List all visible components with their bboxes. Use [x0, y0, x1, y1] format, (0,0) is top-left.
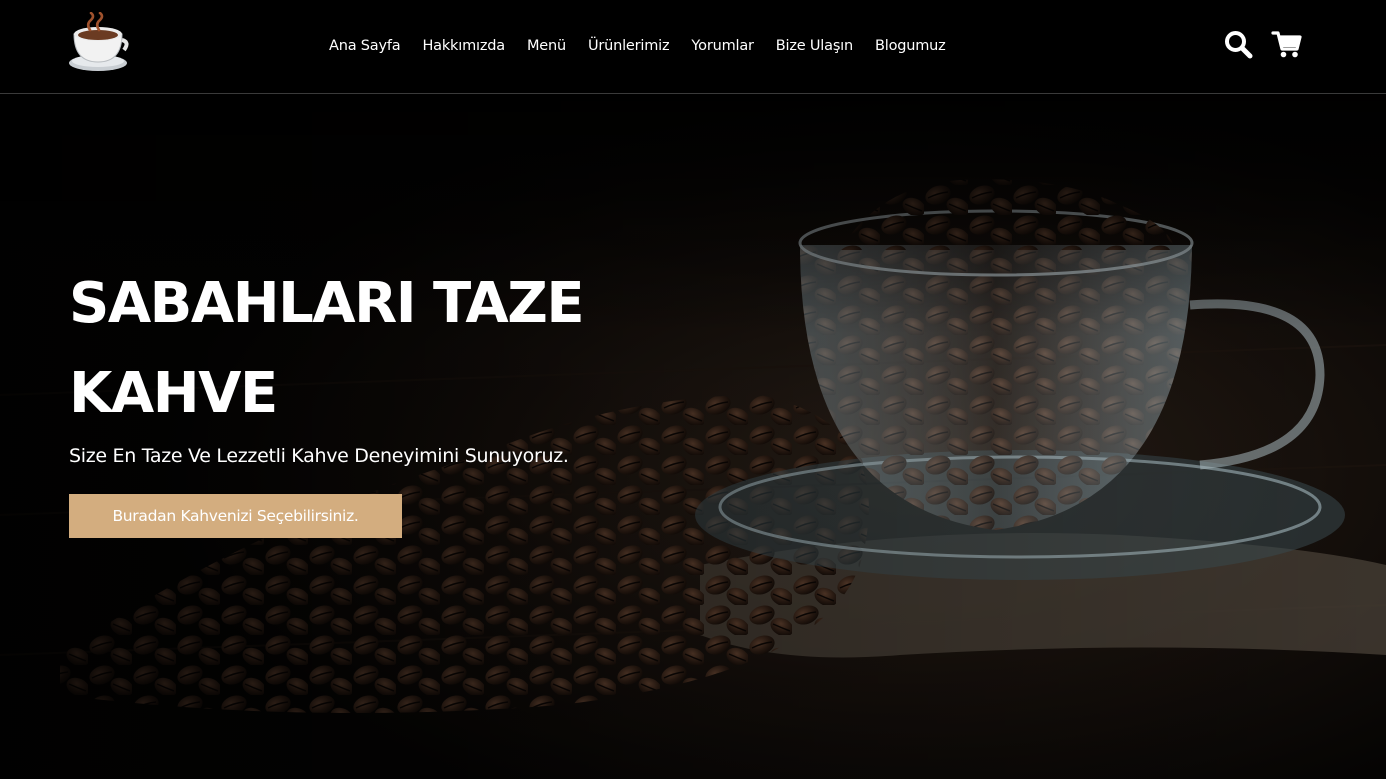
- nav-link-contact[interactable]: Bize Ulaşın: [776, 36, 853, 56]
- hero-subtitle: Size En Taze Ve Lezzetli Kahve Deneyimin…: [69, 445, 569, 467]
- hero-title-line-1: SABAHLARI TAZE: [69, 271, 585, 336]
- nav-link-reviews[interactable]: Yorumlar: [691, 36, 754, 56]
- coffee-cup-icon[interactable]: [68, 12, 130, 74]
- nav-link-blog[interactable]: Blogumuz: [875, 36, 946, 56]
- shopping-cart-icon[interactable]: [1271, 28, 1303, 60]
- hero-section: SABAHLARI TAZE KAHVE Size En Taze Ve Lez…: [0, 95, 1386, 779]
- choose-coffee-button[interactable]: Buradan Kahvenizi Seçebilirsiniz.: [69, 494, 402, 538]
- nav-link-about[interactable]: Hakkımızda: [422, 36, 505, 56]
- hero-title-line-2: KAHVE: [69, 361, 278, 426]
- hero-title: SABAHLARI TAZE KAHVE: [69, 259, 629, 439]
- search-icon[interactable]: [1222, 28, 1254, 60]
- nav-link-products[interactable]: Ürünlerimiz: [588, 36, 670, 56]
- nav-link-home[interactable]: Ana Sayfa: [329, 36, 401, 56]
- main-nav: Ana Sayfa Hakkımızda Menü Ürünlerimiz Yo…: [329, 36, 946, 56]
- nav-link-menu[interactable]: Menü: [527, 36, 566, 56]
- site-header: Ana Sayfa Hakkımızda Menü Ürünlerimiz Yo…: [0, 0, 1386, 94]
